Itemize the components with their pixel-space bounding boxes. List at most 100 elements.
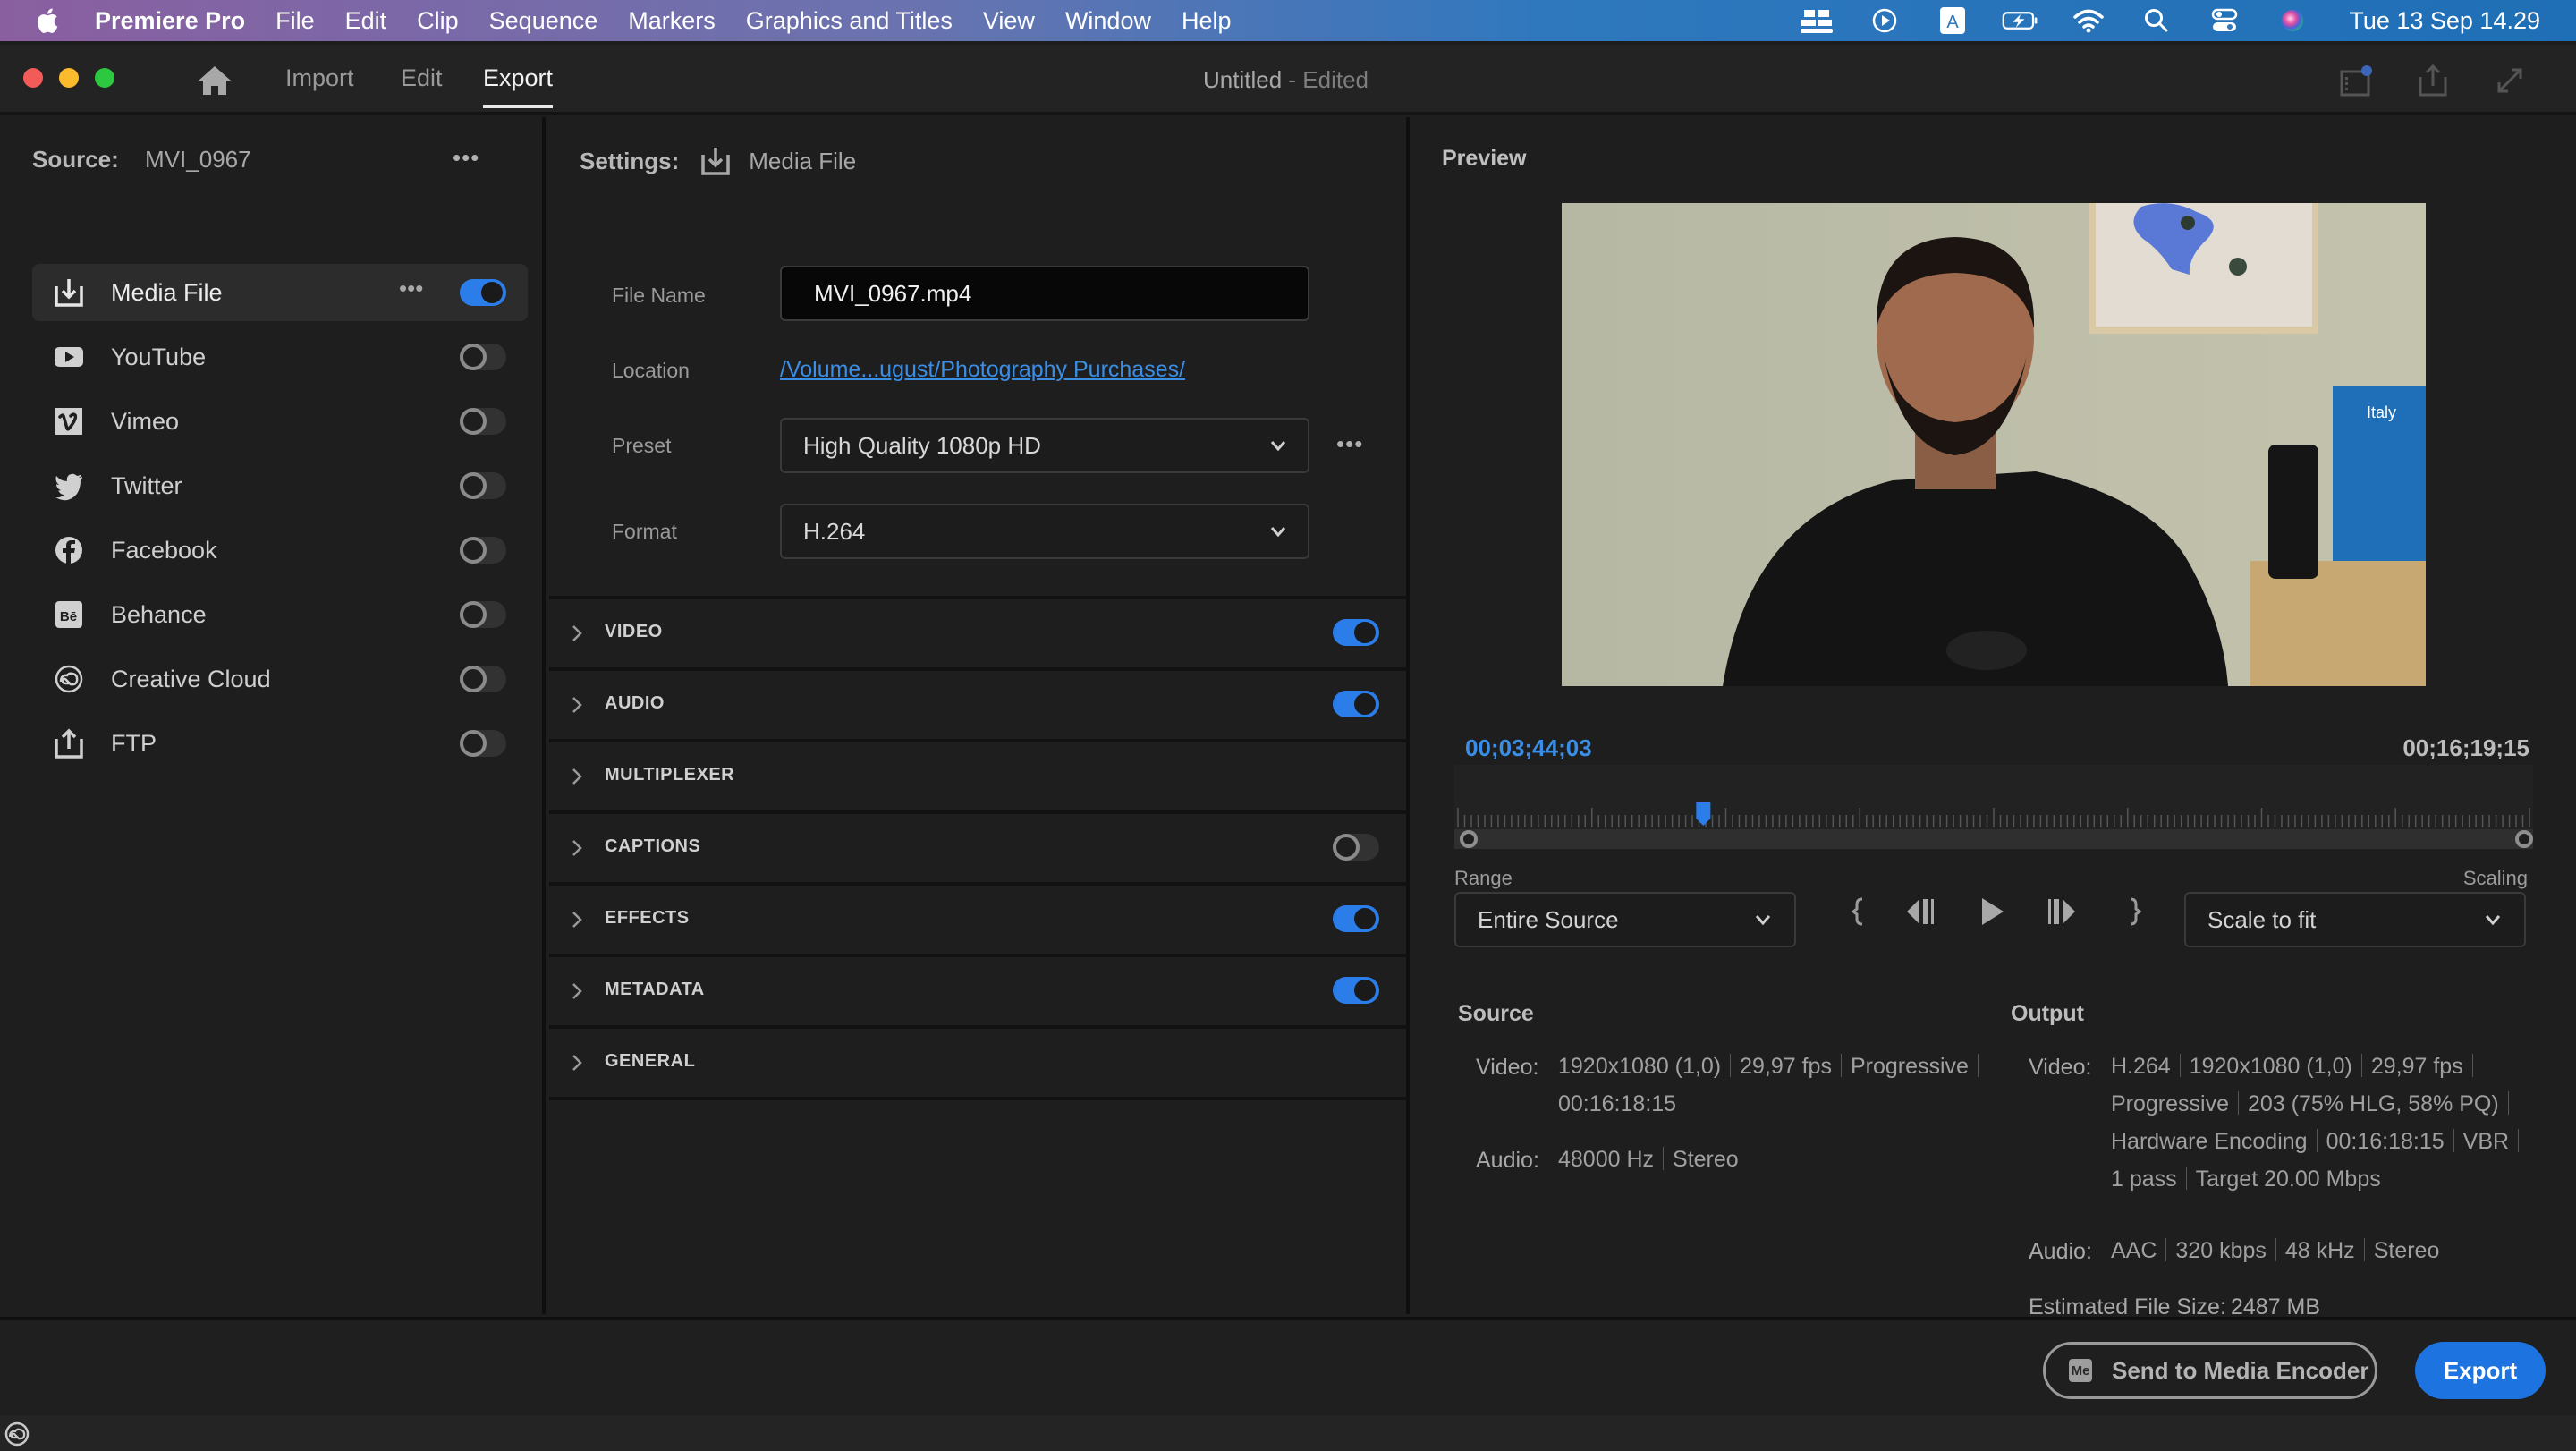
toggle-knob <box>460 730 487 757</box>
workspace-panel-icon[interactable] <box>2336 61 2376 100</box>
send-to-media-encoder-button[interactable]: Me Send to Media Encoder <box>2043 1342 2377 1399</box>
destination-ftp[interactable]: FTP <box>32 715 528 772</box>
wifi-icon[interactable] <box>2070 6 2107 35</box>
input-source-icon[interactable]: A <box>1934 6 1971 35</box>
detail-value: 29,97 fps <box>2370 1054 2463 1079</box>
ftp-toggle[interactable] <box>460 730 506 757</box>
menu-view[interactable]: View <box>983 7 1035 35</box>
creative-cloud-toggle[interactable] <box>460 666 506 692</box>
step-forward-icon[interactable] <box>2043 894 2079 929</box>
youtube-toggle[interactable] <box>460 344 506 370</box>
menu-markers[interactable]: Markers <box>628 7 716 35</box>
menu-graphics-and-titles[interactable]: Graphics and Titles <box>746 7 953 35</box>
source-more-button[interactable]: ••• <box>453 144 479 172</box>
menu-app-name[interactable]: Premiere Pro <box>95 7 245 35</box>
export-button[interactable]: Export <box>2415 1342 2546 1399</box>
location-link[interactable]: /Volume...ugust/Photography Purchases/ <box>780 357 1185 383</box>
range-out-handle[interactable] <box>2515 830 2533 848</box>
destination-facebook[interactable]: Facebook <box>32 522 528 579</box>
settings-target: Media File <box>749 147 857 174</box>
section-video-toggle[interactable] <box>1333 619 1379 646</box>
file-name-input[interactable]: MVI_0967.mp4 <box>780 266 1309 321</box>
destinations-panel: Source: MVI_0967 ••• Media File ••• YouT… <box>4 117 546 1314</box>
section-audio[interactable]: AUDIO <box>549 667 1406 735</box>
vimeo-toggle[interactable] <box>460 408 506 435</box>
zoom-window-button[interactable] <box>95 68 114 88</box>
range-in-handle[interactable] <box>1460 830 1478 848</box>
preset-more-button[interactable]: ••• <box>1336 430 1363 458</box>
close-window-button[interactable] <box>23 68 43 88</box>
format-dropdown[interactable]: H.264 <box>780 504 1309 559</box>
video-frame-image: Italy <box>1562 203 2426 686</box>
range-dropdown[interactable]: Entire Source <box>1454 892 1796 947</box>
toggle-knob <box>1354 908 1376 929</box>
tab-import[interactable]: Import <box>285 64 354 92</box>
fullscreen-icon[interactable] <box>2490 61 2529 100</box>
playhead[interactable] <box>1696 802 1711 826</box>
section-general[interactable]: GENERAL <box>549 1025 1406 1093</box>
preset-dropdown[interactable]: High Quality 1080p HD <box>780 418 1309 473</box>
mark-out-icon[interactable] <box>2116 894 2152 929</box>
destination-media-file[interactable]: Media File ••• <box>32 264 528 321</box>
twitter-toggle[interactable] <box>460 472 506 499</box>
menu-edit[interactable]: Edit <box>345 7 387 35</box>
facebook-toggle[interactable] <box>460 537 506 564</box>
creative-cloud-status-icon[interactable] <box>4 1421 30 1447</box>
destination-creative-cloud[interactable]: Creative Cloud <box>32 650 528 708</box>
tab-edit[interactable]: Edit <box>401 64 443 92</box>
media-file-toggle[interactable] <box>460 279 506 306</box>
media-file-more-button[interactable]: ••• <box>399 275 423 302</box>
step-back-icon[interactable] <box>1903 894 1939 929</box>
battery-charging-icon[interactable] <box>2002 6 2039 35</box>
menu-sequence[interactable]: Sequence <box>489 7 598 35</box>
source-value: MVI_0967 <box>145 146 251 173</box>
menu-file[interactable]: File <box>275 7 315 35</box>
mark-in-icon[interactable] <box>1841 894 1877 929</box>
destination-twitter[interactable]: Twitter <box>32 457 528 514</box>
minimize-window-button[interactable] <box>59 68 79 88</box>
toggle-knob <box>1333 834 1360 861</box>
section-captions[interactable]: CAPTIONS <box>549 810 1406 878</box>
section-effects-toggle[interactable] <box>1333 905 1379 932</box>
destination-behance[interactable]: Bē Behance <box>32 586 528 643</box>
menu-clip[interactable]: Clip <box>417 7 459 35</box>
menu-help[interactable]: Help <box>1182 7 1232 35</box>
play-icon[interactable] <box>1973 894 2009 929</box>
siri-icon[interactable] <box>2274 6 2311 35</box>
behance-toggle[interactable] <box>460 601 506 628</box>
range-bar[interactable] <box>1454 829 2533 849</box>
menu-window[interactable]: Window <box>1065 7 1151 35</box>
menu-bar-clock[interactable]: Tue 13 Sep 14.29 <box>2349 7 2540 35</box>
stage-manager-icon[interactable] <box>1798 6 1835 35</box>
detail-value: 1920x1080 (1,0) <box>2189 1054 2352 1079</box>
settings-header: Settings: Media File <box>580 146 856 176</box>
section-video[interactable]: VIDEO <box>549 596 1406 664</box>
tab-export[interactable]: Export <box>483 64 554 108</box>
scaling-dropdown[interactable]: Scale to fit <box>2184 892 2526 947</box>
detail-value: VBR <box>2462 1129 2510 1154</box>
play-circle-icon[interactable] <box>1866 6 1903 35</box>
share-icon[interactable] <box>2413 61 2453 100</box>
preview-panel: Preview Italy 00;03;44;03 00;16;19;15 Ra… <box>1413 117 2576 1319</box>
section-metadata[interactable]: METADATA <box>549 954 1406 1022</box>
detail-value: Target 20.00 Mbps <box>2195 1167 2381 1192</box>
apple-menu-icon[interactable] <box>34 6 59 35</box>
section-audio-toggle[interactable] <box>1333 691 1379 717</box>
control-center-icon[interactable] <box>2206 6 2243 35</box>
destination-youtube[interactable]: YouTube <box>32 328 528 386</box>
spotlight-search-icon[interactable] <box>2138 6 2175 35</box>
toggle-knob <box>460 408 487 435</box>
detail-separator <box>2185 1167 2187 1190</box>
section-captions-toggle[interactable] <box>1333 834 1379 861</box>
section-effects[interactable]: EFFECTS <box>549 882 1406 950</box>
section-metadata-toggle[interactable] <box>1333 977 1379 1004</box>
detail-value: 48 kHz <box>2284 1238 2355 1263</box>
detail-separator <box>1663 1147 1665 1170</box>
destination-vimeo[interactable]: Vimeo <box>32 393 528 450</box>
section-multiplexer[interactable]: MULTIPLEXER <box>549 739 1406 807</box>
chevron-right-icon <box>572 768 582 785</box>
current-timecode[interactable]: 00;03;44;03 <box>1465 734 1592 762</box>
format-value: H.264 <box>803 517 866 545</box>
section-label: AUDIO <box>605 692 665 713</box>
home-icon[interactable] <box>197 64 233 97</box>
